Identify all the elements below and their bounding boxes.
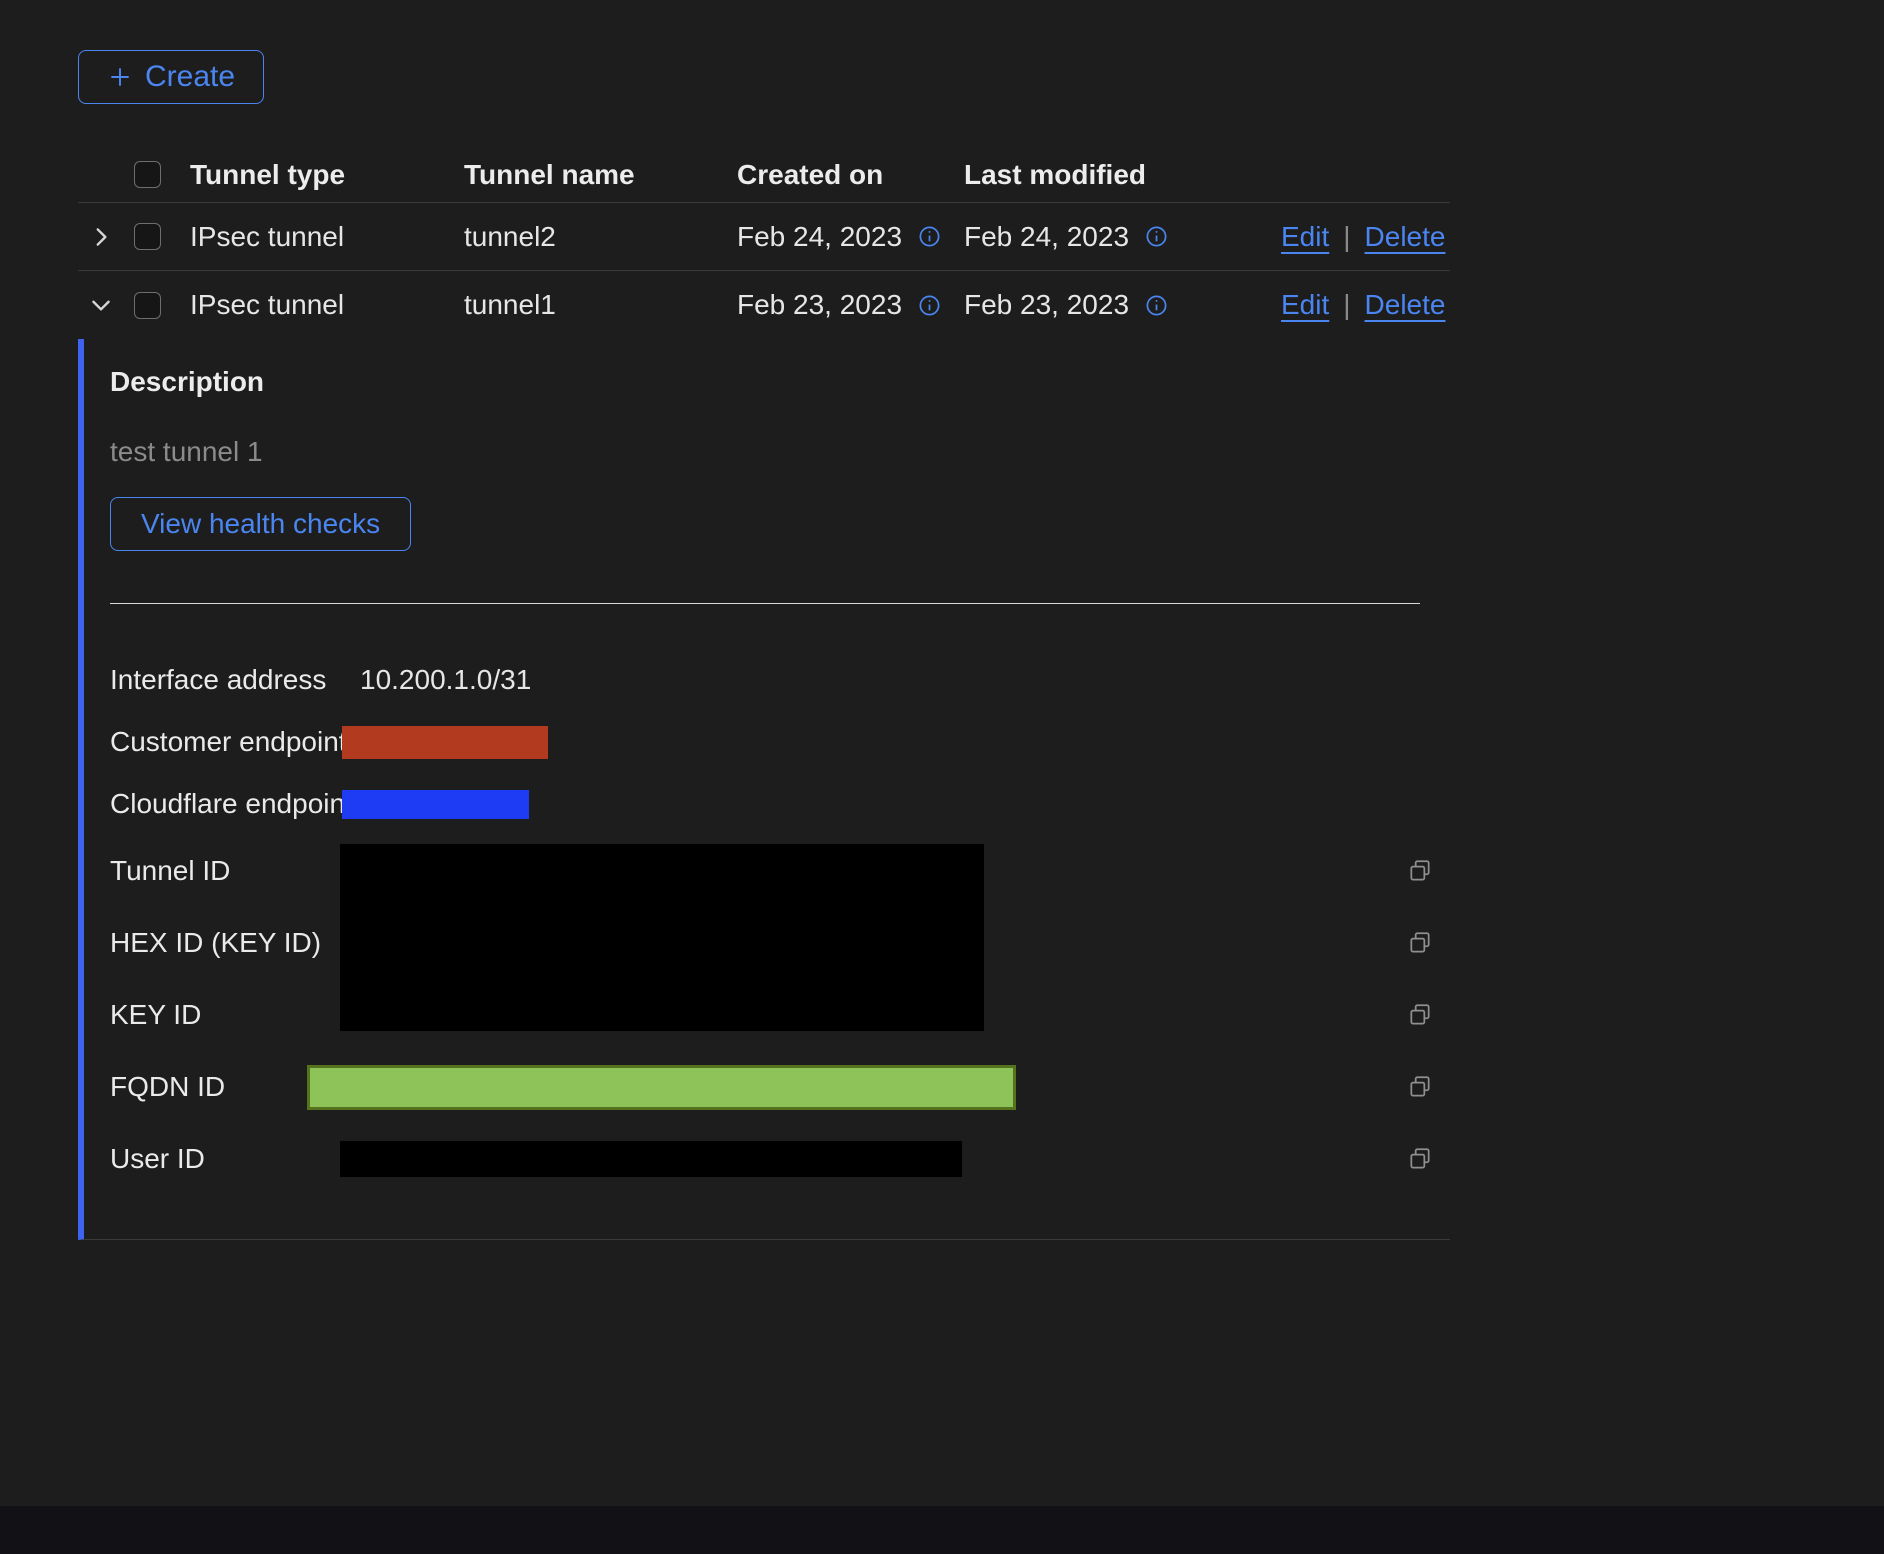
edit-link[interactable]: Edit bbox=[1281, 289, 1329, 321]
copy-key-id-button[interactable] bbox=[1390, 1002, 1450, 1028]
table-row: IPsec tunnel tunnel2 Feb 24, 2023 Feb 24… bbox=[78, 203, 1450, 271]
info-icon[interactable] bbox=[918, 225, 941, 248]
fqdn-id-label: FQDN ID bbox=[110, 1071, 340, 1103]
interface-address-value: 10.200.1.0/31 bbox=[340, 664, 531, 696]
cloudflare-endpoint-redacted-value bbox=[342, 790, 529, 819]
header-tunnel-name: Tunnel name bbox=[464, 159, 737, 191]
fqdn-id-redacted-value bbox=[307, 1065, 1016, 1110]
expand-row-button[interactable] bbox=[78, 224, 134, 250]
key-id-label: KEY ID bbox=[110, 999, 340, 1031]
copy-icon bbox=[1407, 1002, 1433, 1028]
copy-icon bbox=[1407, 1146, 1433, 1172]
details-divider bbox=[110, 603, 1420, 604]
hex-id-label: HEX ID (KEY ID) bbox=[110, 927, 340, 959]
create-button-label: Create bbox=[145, 60, 235, 94]
page-bottom-strip bbox=[0, 1506, 1884, 1554]
user-id-label: User ID bbox=[110, 1143, 340, 1175]
tunnels-page: Create Tunnel type Tunnel name Created o… bbox=[0, 0, 1884, 1554]
tunnel-type-cell: IPsec tunnel bbox=[190, 221, 464, 253]
chevron-right-icon bbox=[88, 224, 114, 250]
actions-separator: | bbox=[1343, 221, 1350, 253]
tunnel-type-cell: IPsec tunnel bbox=[190, 289, 464, 321]
copy-tunnel-id-button[interactable] bbox=[1390, 858, 1450, 884]
row-checkbox[interactable] bbox=[134, 223, 161, 250]
chevron-down-icon bbox=[88, 292, 114, 318]
header-last-modified: Last modified bbox=[964, 159, 1281, 191]
detail-row-cloudflare-endpoint: Cloudflare endpoint bbox=[110, 773, 1450, 835]
expanded-row-details: Description test tunnel 1 View health ch… bbox=[78, 339, 1450, 1240]
interface-address-label: Interface address bbox=[110, 664, 340, 696]
customer-endpoint-redacted-value bbox=[342, 726, 548, 759]
header-created-on: Created on bbox=[737, 159, 964, 191]
copy-icon bbox=[1407, 858, 1433, 884]
last-modified-value: Feb 23, 2023 bbox=[964, 289, 1129, 321]
row-checkbox-cell bbox=[134, 223, 190, 250]
copy-icon bbox=[1407, 930, 1433, 956]
row-checkbox-cell bbox=[134, 292, 190, 319]
delete-link[interactable]: Delete bbox=[1365, 221, 1446, 253]
edit-link[interactable]: Edit bbox=[1281, 221, 1329, 253]
view-health-checks-button[interactable]: View health checks bbox=[110, 497, 411, 551]
description-value: test tunnel 1 bbox=[110, 435, 1450, 469]
last-modified-value: Feb 24, 2023 bbox=[964, 221, 1129, 253]
detail-row-user-id: User ID bbox=[110, 1123, 1450, 1195]
tunnel-name-cell: tunnel2 bbox=[464, 221, 737, 253]
plus-icon bbox=[107, 64, 133, 90]
header-tunnel-type: Tunnel type bbox=[190, 159, 464, 191]
ids-redacted-value bbox=[340, 844, 984, 1031]
row-actions-cell: Edit | Delete bbox=[1281, 289, 1470, 321]
copy-user-id-button[interactable] bbox=[1390, 1146, 1450, 1172]
detail-row-fqdn-id: FQDN ID bbox=[110, 1051, 1450, 1123]
tunnel-id-label: Tunnel ID bbox=[110, 855, 340, 887]
created-on-cell: Feb 24, 2023 bbox=[737, 221, 964, 253]
table-header-row: Tunnel type Tunnel name Created on Last … bbox=[78, 147, 1450, 203]
copy-hex-id-button[interactable] bbox=[1390, 930, 1450, 956]
info-icon[interactable] bbox=[1145, 225, 1168, 248]
last-modified-cell: Feb 24, 2023 bbox=[964, 221, 1281, 253]
description-label: Description bbox=[110, 365, 1450, 399]
tunnels-table: Tunnel type Tunnel name Created on Last … bbox=[78, 147, 1450, 339]
actions-separator: | bbox=[1343, 289, 1350, 321]
details-fields: Interface address 10.200.1.0/31 Customer… bbox=[110, 649, 1450, 1195]
header-checkbox-cell bbox=[134, 161, 190, 188]
id-fields-group: Tunnel ID HEX ID (KEY ID) bbox=[110, 835, 1450, 1051]
created-on-value: Feb 24, 2023 bbox=[737, 221, 902, 253]
user-id-redacted-value bbox=[340, 1141, 962, 1177]
select-all-checkbox[interactable] bbox=[134, 161, 161, 188]
collapse-row-button[interactable] bbox=[78, 292, 134, 318]
info-icon[interactable] bbox=[1145, 294, 1168, 317]
view-health-checks-label: View health checks bbox=[141, 508, 380, 540]
row-checkbox[interactable] bbox=[134, 292, 161, 319]
last-modified-cell: Feb 23, 2023 bbox=[964, 289, 1281, 321]
table-row: IPsec tunnel tunnel1 Feb 23, 2023 Feb 23… bbox=[78, 271, 1450, 339]
created-on-cell: Feb 23, 2023 bbox=[737, 289, 964, 321]
row-actions-cell: Edit | Delete bbox=[1281, 221, 1470, 253]
create-button[interactable]: Create bbox=[78, 50, 264, 104]
tunnel-name-cell: tunnel1 bbox=[464, 289, 737, 321]
detail-row-interface-address: Interface address 10.200.1.0/31 bbox=[110, 649, 1450, 711]
delete-link[interactable]: Delete bbox=[1365, 289, 1446, 321]
cloudflare-endpoint-label: Cloudflare endpoint bbox=[110, 788, 340, 820]
info-icon[interactable] bbox=[918, 294, 941, 317]
copy-fqdn-id-button[interactable] bbox=[1390, 1074, 1450, 1100]
detail-row-customer-endpoint: Customer endpoint bbox=[110, 711, 1450, 773]
created-on-value: Feb 23, 2023 bbox=[737, 289, 902, 321]
copy-icon bbox=[1407, 1074, 1433, 1100]
customer-endpoint-label: Customer endpoint bbox=[110, 726, 340, 758]
